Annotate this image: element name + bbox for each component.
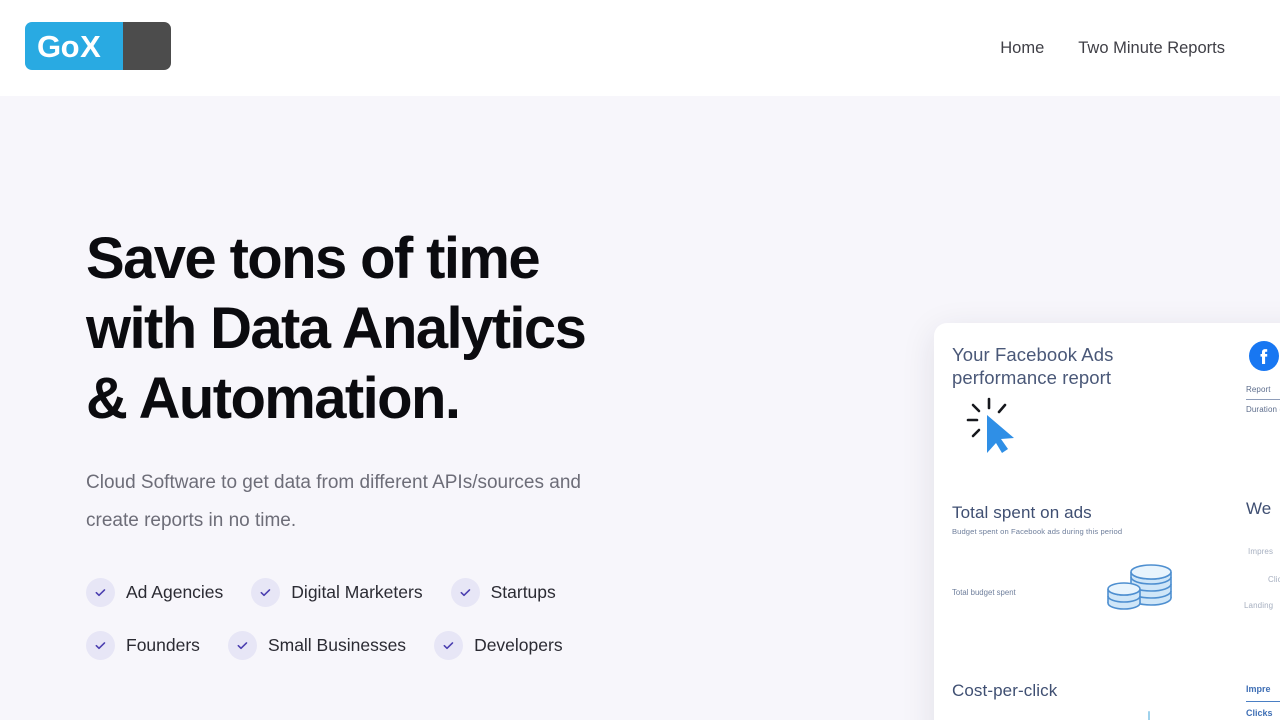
hero-section: Save tons of time with Data Analytics & … <box>0 96 1280 720</box>
report-note-1: Impres <box>1248 547 1274 556</box>
report-duration-label: Duration (days) <box>1246 405 1280 414</box>
audience-badge-label: Founders <box>126 634 200 655</box>
report-we-heading: We <box>1246 499 1272 518</box>
audience-badge-label: Digital Marketers <box>291 581 423 602</box>
facebook-icon <box>1249 341 1279 376</box>
click-cursor-icon <box>960 395 1022 462</box>
logo-text: Go X <box>25 22 171 70</box>
site-header: Go X Home Two Minute Reports <box>0 0 1280 96</box>
audience-badge-startups: Startups <box>450 578 556 607</box>
audience-badge-ad-agencies: Ad Agencies <box>86 578 223 607</box>
check-icon <box>450 578 480 607</box>
logo-text-go: Go <box>37 28 80 64</box>
report-card-title: Your Facebook Ads performance report <box>952 344 1114 388</box>
check-icon <box>434 631 464 660</box>
coin-stack-icon <box>1102 553 1180 620</box>
report-section-subheading: Budget spent on Facebook ads during this… <box>952 527 1123 536</box>
report-card-right-column: Report Duration (days) We Impres Clicks … <box>1234 323 1280 720</box>
dollar-coin-icon: $ <box>1112 708 1186 720</box>
audience-badge-label: Startups <box>490 581 556 602</box>
report-metric-divider <box>1246 701 1280 703</box>
report-preview-card: Your Facebook Ads performance report Tot… <box>934 323 1280 720</box>
report-note-3: Landing <box>1244 601 1274 610</box>
hero-title-line-2: with Data Analytics <box>86 296 587 361</box>
nav-link-home[interactable]: Home <box>1000 40 1044 57</box>
check-icon <box>251 578 281 607</box>
audience-badge-developers: Developers <box>434 631 563 660</box>
audience-badge-digital-marketers: Digital Marketers <box>251 578 423 607</box>
brand-logo[interactable]: Go X <box>25 22 171 70</box>
main-nav: Home Two Minute Reports <box>1000 0 1225 96</box>
audience-badge-label: Small Businesses <box>267 634 407 655</box>
report-section-heading: Cost-per-click <box>952 681 1058 700</box>
report-divider <box>1246 399 1280 400</box>
check-icon <box>86 578 115 607</box>
hero-title-line-3: & Automation. <box>86 366 461 431</box>
audience-badge-founders: Founders <box>86 631 200 660</box>
page-title: Save tons of time with Data Analytics & … <box>86 224 706 434</box>
hero-title-line-1: Save tons of time <box>86 226 541 291</box>
report-metric-row-impressions: Impre <box>1246 684 1271 694</box>
report-note-2: Clicks <box>1268 575 1280 584</box>
logo-text-x: X <box>80 28 101 64</box>
audience-badge-label: Ad Agencies <box>126 581 224 602</box>
report-card-left-column: Your Facebook Ads performance report Tot… <box>952 323 1222 720</box>
report-section-heading: Total spent on ads <box>952 503 1092 522</box>
report-section-total-spent: Total spent on ads Budget spent on Faceb… <box>952 503 1202 536</box>
nav-link-two-minute-reports[interactable]: Two Minute Reports <box>1078 40 1225 57</box>
report-total-budget-label: Total budget spent <box>952 588 1016 597</box>
report-label: Report <box>1246 385 1271 394</box>
report-metric-row-clicks: Clicks <box>1246 708 1273 718</box>
report-section-cost-per-click: Cost-per-click <box>952 681 1202 701</box>
check-icon <box>227 631 257 660</box>
audience-badge-label: Developers <box>474 634 563 655</box>
audience-badge-list: Ad Agencies Digital Marketers Startups F… <box>86 578 646 660</box>
hero-copy: Save tons of time with Data Analytics & … <box>86 224 706 660</box>
audience-badge-small-businesses: Small Businesses <box>227 631 407 660</box>
hero-subtitle: Cloud Software to get data from differen… <box>86 472 581 531</box>
check-icon <box>86 631 115 660</box>
